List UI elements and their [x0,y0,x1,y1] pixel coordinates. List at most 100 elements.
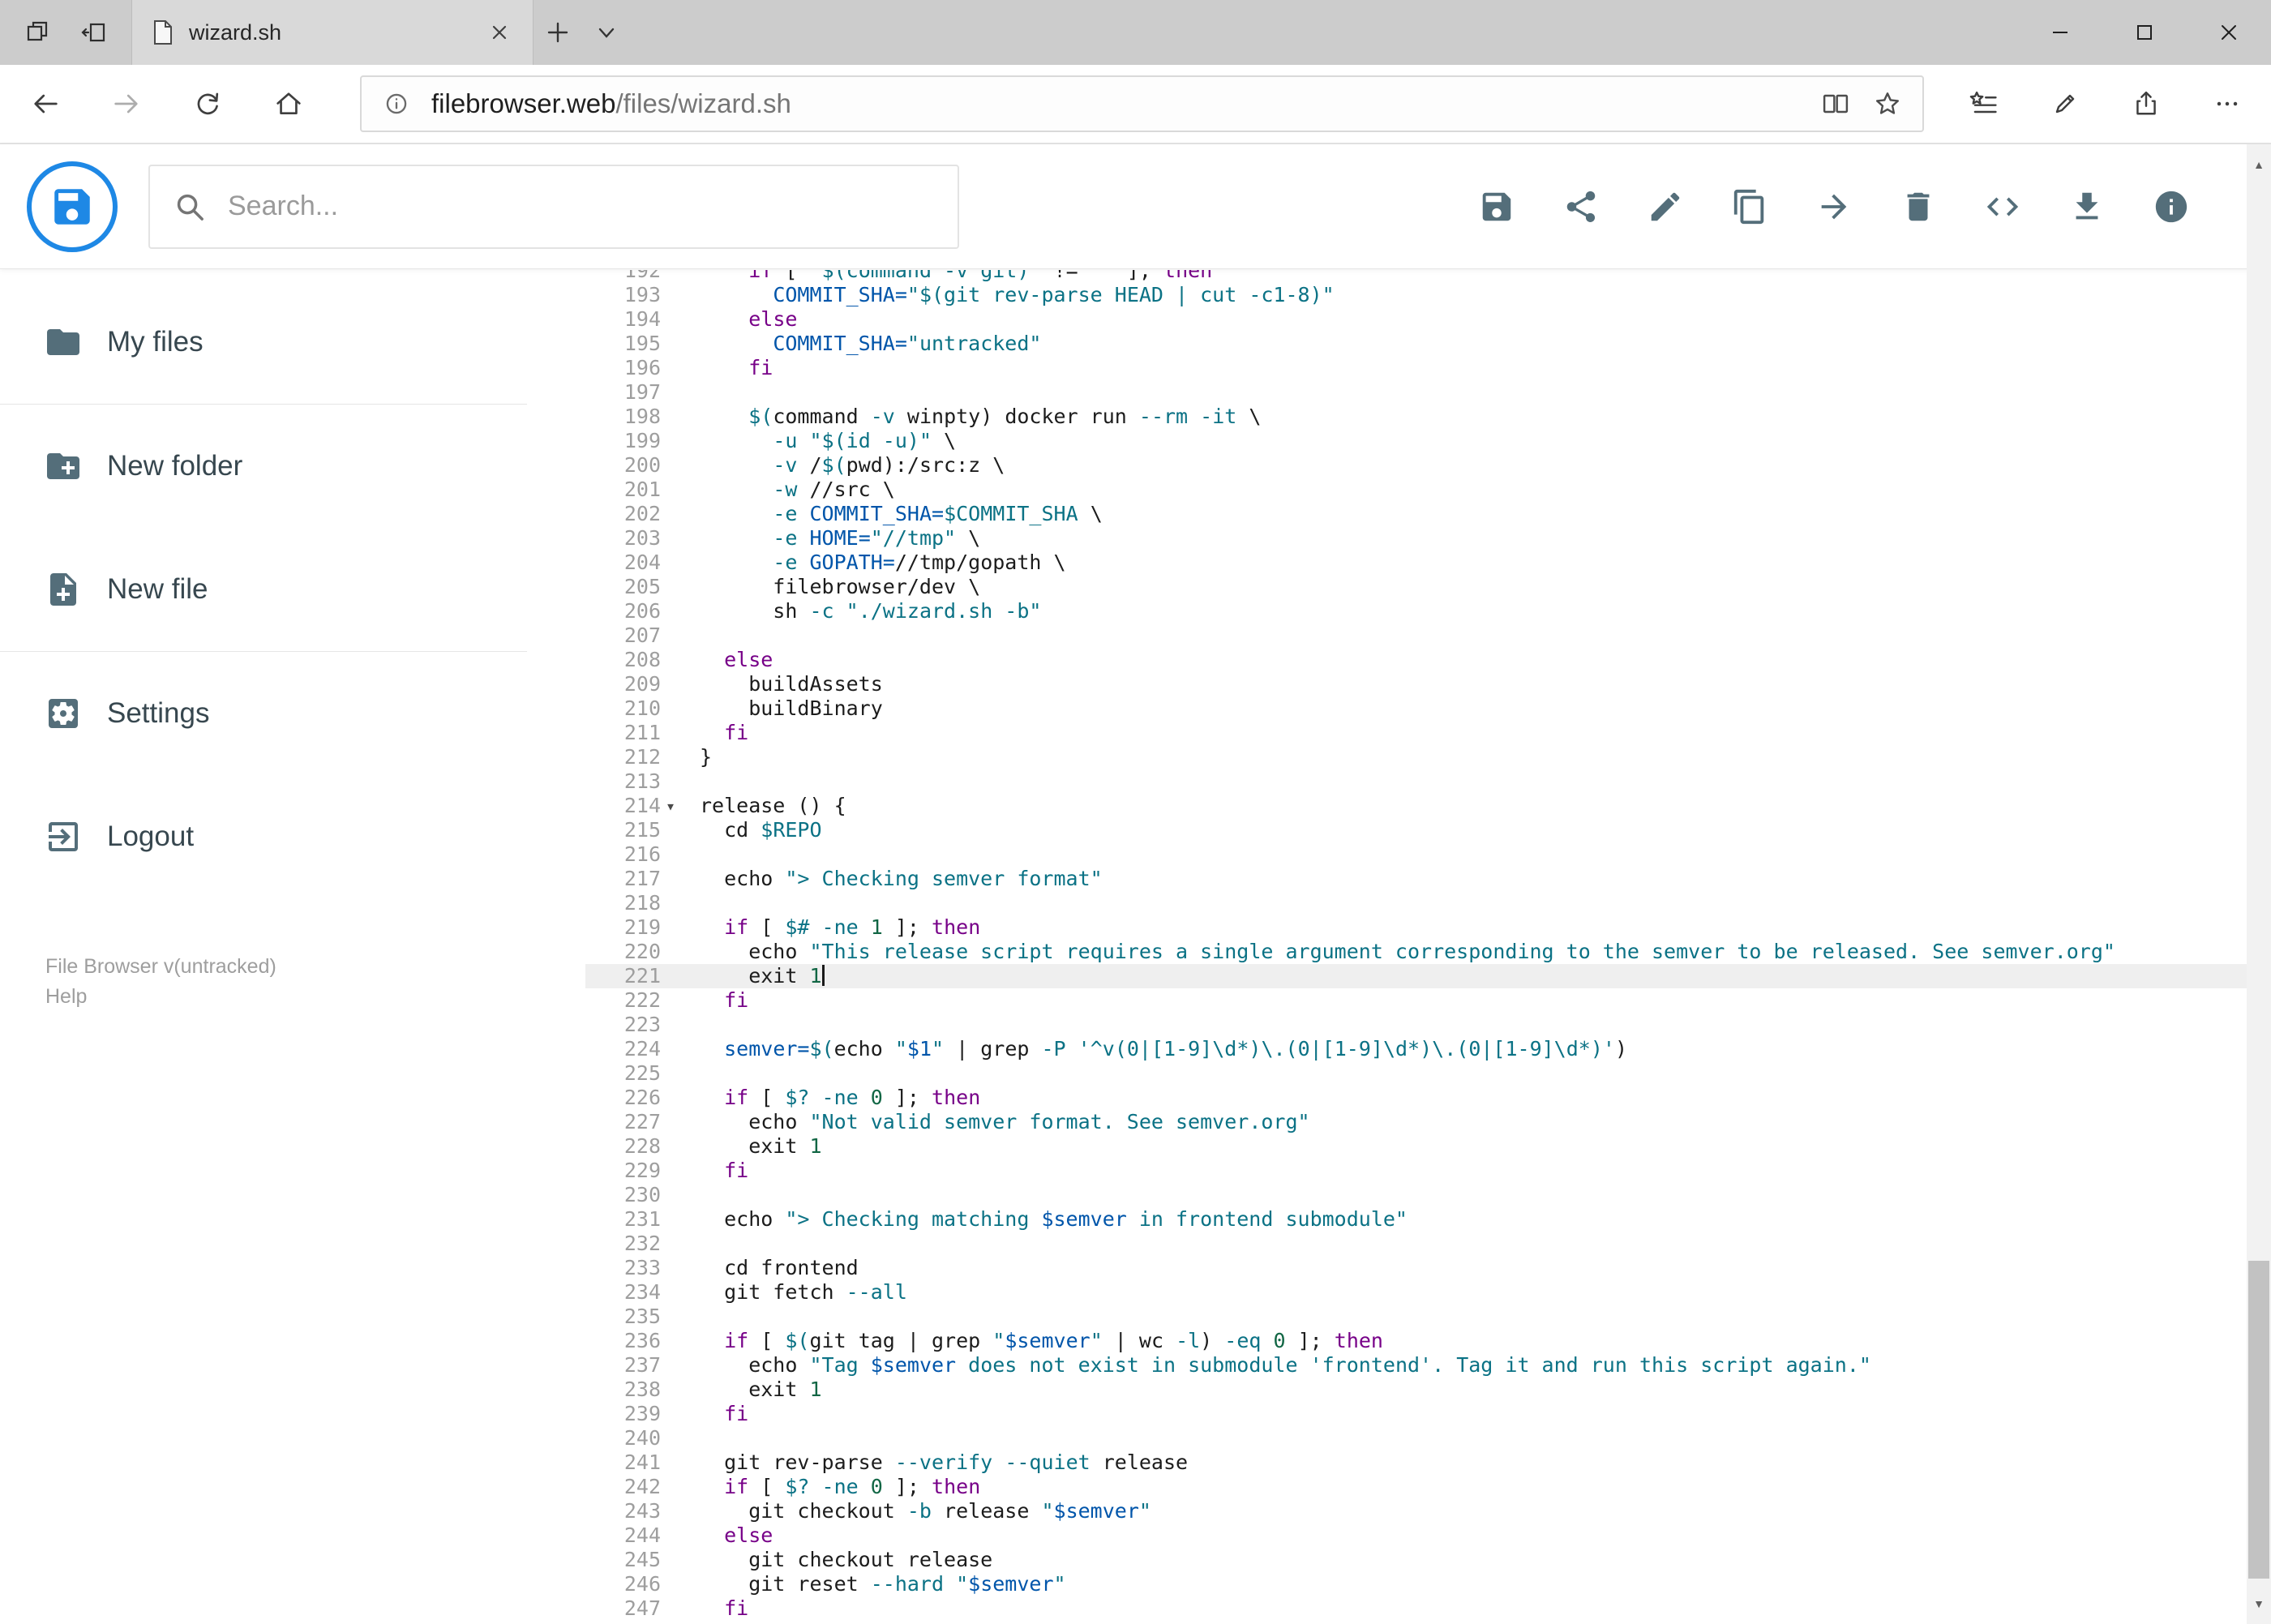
code-text[interactable]: } [700,745,2271,769]
code-text[interactable]: exit 1 [700,964,2271,988]
code-line-235[interactable]: 235 [585,1305,2271,1329]
code-line-226[interactable]: 226 if [ $? -ne 0 ]; then [585,1086,2271,1110]
sidebar-item-new-file[interactable]: New file [0,528,527,651]
code-text[interactable]: -w //src \ [700,478,2271,502]
code-text[interactable] [700,380,2271,405]
fold-toggle-icon[interactable]: ▾ [661,794,700,818]
code-text[interactable] [700,1061,2271,1086]
code-text[interactable]: git rev-parse --verify --quiet release [700,1450,2271,1475]
code-line-209[interactable]: 209 buildAssets [585,672,2271,696]
code-text[interactable]: fi [700,1596,2271,1621]
code-text[interactable]: COMMIT_SHA="$(git rev-parse HEAD | cut -… [700,283,2271,307]
code-line-207[interactable]: 207 [585,623,2271,648]
move-button[interactable] [1815,188,1853,225]
code-text[interactable]: git reset --hard "$semver" [700,1572,2271,1596]
code-line-196[interactable]: 196 fi [585,356,2271,380]
code-text[interactable]: echo "> Checking matching $semver in fro… [700,1207,2271,1232]
code-line-195[interactable]: 195 COMMIT_SHA="untracked" [585,332,2271,356]
code-text[interactable]: if [ $? -ne 0 ]; then [700,1086,2271,1110]
search-box[interactable] [148,164,959,249]
code-text[interactable]: echo "This release script requires a sin… [700,940,2271,964]
code-line-232[interactable]: 232 [585,1232,2271,1256]
code-line-236[interactable]: 236 if [ $(git tag | grep "$semver" | wc… [585,1329,2271,1353]
code-line-204[interactable]: 204 -e GOPATH=//tmp/gopath \ [585,551,2271,575]
code-text[interactable]: -e COMMIT_SHA=$COMMIT_SHA \ [700,502,2271,526]
code-text[interactable]: COMMIT_SHA="untracked" [700,332,2271,356]
code-line-211[interactable]: 211 fi [585,721,2271,745]
code-text[interactable]: release () { [700,794,2271,818]
code-text[interactable] [700,1232,2271,1256]
code-line-238[interactable]: 238 exit 1 [585,1378,2271,1402]
code-text[interactable]: -u "$(id -u)" \ [700,429,2271,453]
code-line-201[interactable]: 201 -w //src \ [585,478,2271,502]
code-line-233[interactable]: 233 cd frontend [585,1256,2271,1280]
code-text[interactable]: if [ "$(command -v git)" != "" ]; then [700,270,2271,283]
code-line-245[interactable]: 245 git checkout release [585,1548,2271,1572]
sidebar-item-my-files[interactable]: My files [0,281,527,404]
code-text[interactable]: else [700,648,2271,672]
code-line-227[interactable]: 227 echo "Not valid semver format. See s… [585,1110,2271,1134]
code-text[interactable]: -e GOPATH=//tmp/gopath \ [700,551,2271,575]
code-text[interactable] [700,842,2271,867]
code-line-218[interactable]: 218 [585,891,2271,915]
code-text[interactable] [700,1426,2271,1450]
web-note-ink-icon[interactable] [2042,81,2088,126]
code-line-234[interactable]: 234 git fetch --all [585,1280,2271,1305]
code-line-212[interactable]: 212} [585,745,2271,769]
code-line-194[interactable]: 194 else [585,307,2271,332]
code-text[interactable]: buildBinary [700,696,2271,721]
code-text[interactable]: git fetch --all [700,1280,2271,1305]
code-line-223[interactable]: 223 [585,1013,2271,1037]
code-text[interactable]: filebrowser/dev \ [700,575,2271,599]
scrollbar-up-arrow[interactable]: ▲ [2247,144,2271,185]
code-line-208[interactable]: 208 else [585,648,2271,672]
code-text[interactable]: echo "Not valid semver format. See semve… [700,1110,2271,1134]
code-text[interactable] [700,769,2271,794]
code-line-230[interactable]: 230 [585,1183,2271,1207]
code-text[interactable]: fi [700,1159,2271,1183]
close-window-button[interactable] [2187,0,2271,65]
code-line-240[interactable]: 240 [585,1426,2271,1450]
address-bar[interactable]: filebrowser.web/files/wizard.sh [360,75,1924,132]
code-text[interactable]: fi [700,988,2271,1013]
app-logo[interactable] [27,161,118,252]
forward-button[interactable] [104,81,149,126]
code-text[interactable]: exit 1 [700,1134,2271,1159]
code-text[interactable]: fi [700,356,2271,380]
code-line-247[interactable]: 247 fi [585,1596,2271,1621]
code-line-243[interactable]: 243 git checkout -b release "$semver" [585,1499,2271,1523]
code-line-241[interactable]: 241 git rev-parse --verify --quiet relea… [585,1450,2271,1475]
download-button[interactable] [2068,188,2106,225]
refresh-button[interactable] [185,81,230,126]
code-text[interactable] [700,1013,2271,1037]
code-line-222[interactable]: 222 fi [585,988,2271,1013]
code-text[interactable] [700,1183,2271,1207]
code-line-246[interactable]: 246 git reset --hard "$semver" [585,1572,2271,1596]
code-line-206[interactable]: 206 sh -c "./wizard.sh -b" [585,599,2271,623]
code-text[interactable]: sh -c "./wizard.sh -b" [700,599,2271,623]
code-line-192[interactable]: 192 if [ "$(command -v git)" != "" ]; th… [585,270,2271,283]
favorite-star-icon[interactable] [1870,87,1905,121]
code-line-200[interactable]: 200 -v /$(pwd):/src:z \ [585,453,2271,478]
code-text[interactable]: buildAssets [700,672,2271,696]
home-button[interactable] [266,81,311,126]
code-text[interactable]: fi [700,1402,2271,1426]
delete-button[interactable] [1900,188,1937,225]
code-text[interactable]: else [700,1523,2271,1548]
scrollbar-thumb[interactable] [2248,1261,2269,1579]
tab-close-icon[interactable] [486,19,513,46]
code-line-199[interactable]: 199 -u "$(id -u)" \ [585,429,2271,453]
code-text[interactable]: semver=$(echo "$1" | grep -P '^v(0|[1-9]… [700,1037,2271,1061]
code-line-225[interactable]: 225 [585,1061,2271,1086]
code-text[interactable]: git checkout release [700,1548,2271,1572]
code-line-244[interactable]: 244 else [585,1523,2271,1548]
show-set-aside-tabs-icon[interactable] [78,16,110,49]
code-line-219[interactable]: 219 if [ $# -ne 1 ]; then [585,915,2271,940]
share-icon[interactable] [2123,81,2169,126]
sidebar-item-logout[interactable]: Logout [0,775,527,898]
maximize-button[interactable] [2102,0,2187,65]
code-text[interactable]: exit 1 [700,1378,2271,1402]
code-line-217[interactable]: 217 echo "> Checking semver format" [585,867,2271,891]
share-button[interactable] [1562,188,1600,225]
code-text[interactable]: echo "> Checking semver format" [700,867,2271,891]
